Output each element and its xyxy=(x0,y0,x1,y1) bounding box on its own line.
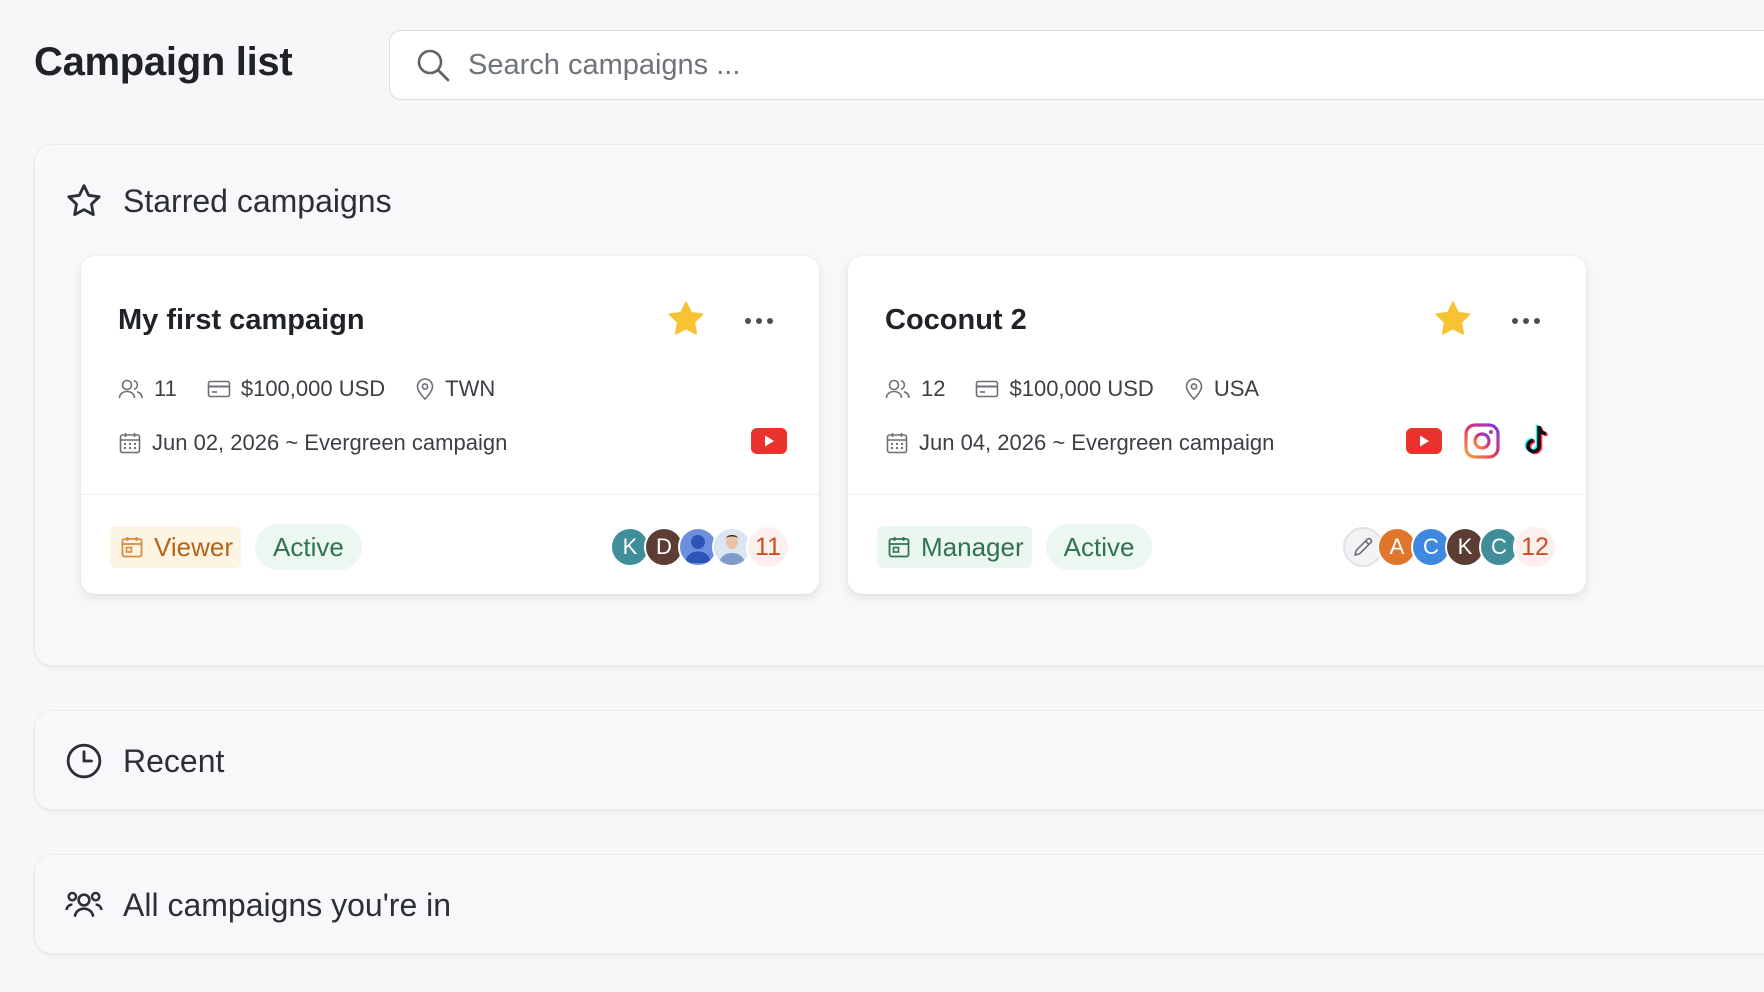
more-options-button[interactable] xyxy=(1506,304,1546,340)
campaign-date: Jun 04, 2026 ~ Evergreen campaign xyxy=(885,426,1274,460)
platforms xyxy=(751,422,787,464)
platforms xyxy=(1406,422,1554,464)
campaign-date: Jun 02, 2026 ~ Evergreen campaign xyxy=(118,426,507,460)
page-title: Campaign list xyxy=(34,40,293,84)
search-box[interactable] xyxy=(389,30,1764,100)
star-filled-icon xyxy=(1432,298,1474,345)
credit-card-icon xyxy=(976,380,999,398)
card-divider xyxy=(81,494,819,495)
users-icon xyxy=(118,379,143,399)
person-placeholder-icon xyxy=(685,535,711,563)
all-campaigns-section-header[interactable]: All campaigns you're in xyxy=(63,883,451,927)
star-button[interactable] xyxy=(663,298,709,344)
member-count[interactable]: 11 xyxy=(746,525,790,569)
role-badge: Viewer xyxy=(110,526,242,568)
youtube-icon xyxy=(751,427,787,459)
members-count: 11 xyxy=(118,376,177,402)
star-outline-icon xyxy=(63,180,105,222)
tiktok-icon xyxy=(1522,423,1554,464)
users-icon xyxy=(885,379,910,399)
starred-section-header[interactable]: Starred campaigns xyxy=(63,179,392,223)
recent-section-title: Recent xyxy=(123,742,225,779)
campaign-title[interactable]: My first campaign xyxy=(118,304,365,337)
members-count: 12 xyxy=(885,376,945,402)
more-horizontal-icon xyxy=(1510,313,1542,331)
map-pin-icon xyxy=(1185,378,1203,401)
location: USA xyxy=(1184,376,1259,402)
location: TWN xyxy=(415,376,495,402)
member-count[interactable]: 12 xyxy=(1513,525,1557,569)
starred-campaigns-section: Starred campaigns My first campaign 11 $… xyxy=(34,144,1764,666)
search-icon xyxy=(414,46,452,84)
campaign-card[interactable]: My first campaign 11 $100,000 USD TWN Ju… xyxy=(81,256,819,594)
campaign-title[interactable]: Coconut 2 xyxy=(885,304,1027,337)
search-input[interactable] xyxy=(468,48,1668,82)
youtube-icon xyxy=(1406,427,1442,459)
member-avatars[interactable]: K D 11 xyxy=(610,525,790,569)
map-pin-icon xyxy=(416,378,434,401)
member-avatars[interactable]: A C K C 12 xyxy=(1343,525,1557,569)
status-badge: Active xyxy=(255,524,362,570)
recent-section: Recent xyxy=(34,710,1764,810)
instagram-icon xyxy=(1464,422,1500,464)
more-options-button[interactable] xyxy=(739,304,779,340)
card-footer: Viewer Active K D 11 xyxy=(110,524,790,570)
starred-section-title: Starred campaigns xyxy=(123,182,392,219)
star-button[interactable] xyxy=(1430,298,1476,344)
star-filled-icon xyxy=(665,298,707,345)
calendar-role-icon xyxy=(888,537,910,558)
campaign-meta: 11 $100,000 USD TWN xyxy=(118,372,525,406)
calendar-icon xyxy=(886,433,908,454)
more-horizontal-icon xyxy=(743,313,775,331)
photo-avatar-icon xyxy=(714,529,750,565)
recent-section-header[interactable]: Recent xyxy=(63,739,224,783)
calendar-icon xyxy=(119,433,141,454)
campaign-meta: 12 $100,000 USD USA xyxy=(885,372,1289,406)
role-badge: Manager xyxy=(877,526,1032,568)
all-campaigns-section-title: All campaigns you're in xyxy=(123,886,452,923)
campaign-card[interactable]: Coconut 2 12 $100,000 USD USA Jun 04, 20… xyxy=(848,256,1586,594)
budget: $100,000 USD xyxy=(975,376,1154,402)
pencil-icon xyxy=(1354,537,1373,556)
clock-icon xyxy=(63,740,105,782)
status-badge: Active xyxy=(1045,524,1153,570)
calendar-role-icon xyxy=(121,537,143,558)
credit-card-icon xyxy=(207,380,231,398)
all-campaigns-section: All campaigns you're in xyxy=(34,854,1764,954)
budget: $100,000 USD xyxy=(207,376,385,402)
card-divider xyxy=(848,494,1586,495)
card-footer: Manager Active A C K C 12 xyxy=(877,524,1557,570)
users-group-icon xyxy=(63,884,105,926)
